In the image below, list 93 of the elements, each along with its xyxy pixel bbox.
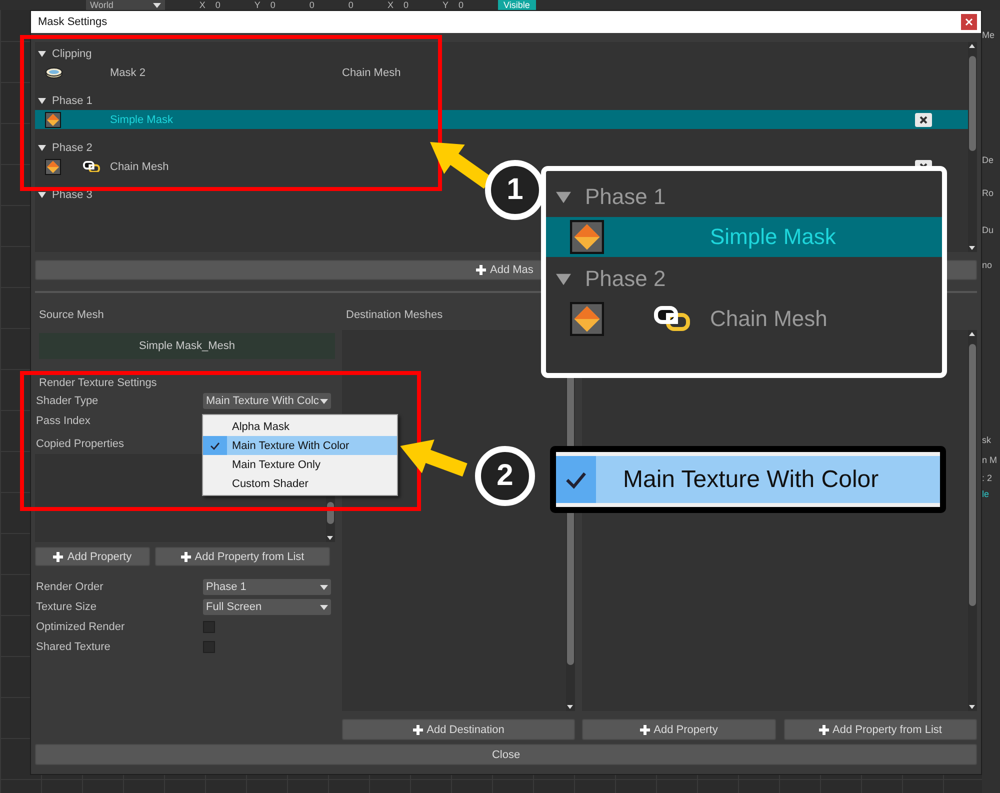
source-mesh-field[interactable]: Simple Mask_Mesh <box>39 333 335 359</box>
window-title: Mask Settings <box>38 16 108 28</box>
triangle-icon[interactable] <box>556 190 571 204</box>
menu-option[interactable]: Alpha Mask <box>203 417 397 436</box>
value-field[interactable]: 0 <box>270 0 276 10</box>
field-label: Render Order <box>35 581 104 593</box>
group-label: Phase 2 <box>52 142 92 154</box>
plus-icon <box>818 724 829 734</box>
option-label: Main Texture Only <box>232 458 320 470</box>
space-dropdown[interactable]: World <box>86 0 166 10</box>
group-label: Phase 1 <box>585 184 666 210</box>
mask-name: Chain Mesh <box>110 160 169 172</box>
field-label: Shared Texture <box>35 641 112 653</box>
diamond-icon <box>45 112 61 128</box>
option-label: Custom Shader <box>232 478 308 490</box>
checkbox[interactable] <box>203 621 215 633</box>
mask-row[interactable]: Simple Mask <box>546 217 942 257</box>
option-label: Alpha Mask <box>232 420 290 432</box>
target-name: Chain Mesh <box>342 66 401 78</box>
caret-icon <box>320 584 328 590</box>
dropdown[interactable]: Phase 1 <box>203 579 331 595</box>
mask-name: Simple Mask <box>110 114 173 126</box>
add-button[interactable]: Add Property from List <box>784 719 977 740</box>
panel-text-fragment: Me <box>982 30 996 41</box>
mask-name: Mask 2 <box>110 66 146 78</box>
value-field[interactable]: 0 <box>215 0 220 10</box>
plus-icon <box>180 552 191 562</box>
field-label: Texture Size <box>35 601 98 613</box>
plus-icon <box>53 552 64 562</box>
value-field[interactable]: 0 <box>403 0 408 10</box>
remove-button[interactable] <box>915 112 932 126</box>
add-button[interactable]: Add Property from List <box>155 547 330 566</box>
visible-toggle[interactable]: Visible <box>498 0 536 10</box>
panel-text-fragment: n M <box>982 455 998 466</box>
field-label: Optimized Render <box>35 621 126 633</box>
plus-icon <box>640 724 650 734</box>
panel-text-fragment: le <box>982 489 990 500</box>
axis-label: X <box>387 0 394 10</box>
triangle-icon[interactable] <box>38 50 46 58</box>
field-label: Shader Type <box>35 395 100 407</box>
mask-row[interactable]: Simple Mask <box>35 110 968 129</box>
panel-text-fragment: Ro <box>982 188 995 199</box>
dropdown[interactable]: Full Screen <box>203 599 331 615</box>
group-label: Clipping <box>52 48 92 60</box>
scrollbar[interactable] <box>968 42 977 252</box>
scrollbar[interactable] <box>968 330 977 711</box>
option-label: Main Texture With Color <box>623 466 879 494</box>
caret-icon <box>320 398 328 404</box>
field-label: Copied Properties <box>35 438 126 450</box>
mask-name: Simple Mask <box>710 224 836 250</box>
triangle-icon[interactable] <box>38 144 46 152</box>
axis-label: Y <box>254 0 260 10</box>
mask-row[interactable]: Chain Mesh <box>546 299 942 339</box>
option-label: Main Texture With Color <box>232 440 350 452</box>
diamond-icon <box>45 158 61 174</box>
close-icon <box>965 18 973 26</box>
triangle-icon[interactable] <box>38 190 46 198</box>
section-heading: Destination Meshes <box>345 308 444 323</box>
plus-icon <box>476 265 486 275</box>
value-field[interactable]: 0 <box>309 0 314 10</box>
panel-text-fragment: Du <box>982 225 995 236</box>
axis-label: Y <box>442 0 448 10</box>
value-field[interactable]: 0 <box>348 0 354 10</box>
panel-text-fragment: no <box>982 260 994 271</box>
caret-icon <box>320 604 328 610</box>
dropdown[interactable]: Main Texture With Colc <box>203 393 331 409</box>
axis-label: X <box>199 0 206 10</box>
mask-name: Chain Mesh <box>710 306 828 332</box>
close-button[interactable] <box>961 14 977 30</box>
panel-text-fragment: sk <box>982 435 992 446</box>
add-destination-button[interactable]: Add Destination <box>342 719 575 740</box>
disc-icon <box>45 66 63 78</box>
group-label: Phase 1 <box>52 94 92 106</box>
caret-icon <box>153 2 162 8</box>
triangle-icon[interactable] <box>38 96 46 104</box>
checkbox[interactable] <box>203 641 215 653</box>
check-icon <box>210 440 220 450</box>
section-heading: Render Texture Settings <box>38 376 158 391</box>
panel-text-fragment: De <box>982 155 995 166</box>
close-button[interactable]: Close <box>35 744 977 765</box>
panel-text-fragment: : 2 <box>982 473 994 484</box>
menu-option[interactable]: Main Texture Only <box>203 455 397 474</box>
mask-row[interactable]: Mask 2 Chain Mesh <box>35 63 968 82</box>
value-field[interactable]: 0 <box>458 0 464 10</box>
add-button[interactable]: Add Property <box>35 547 150 566</box>
menu-option[interactable]: Main Texture With Color <box>203 436 397 455</box>
menu-option[interactable]: Custom Shader <box>203 474 397 493</box>
field-label: Pass Index <box>35 415 92 427</box>
source-mesh-name: Simple Mask_Mesh <box>139 340 235 352</box>
plus-icon <box>412 724 423 734</box>
triangle-icon[interactable] <box>556 272 571 286</box>
section-heading: Source Mesh <box>38 308 105 323</box>
add-button[interactable]: Add Property <box>582 719 776 740</box>
